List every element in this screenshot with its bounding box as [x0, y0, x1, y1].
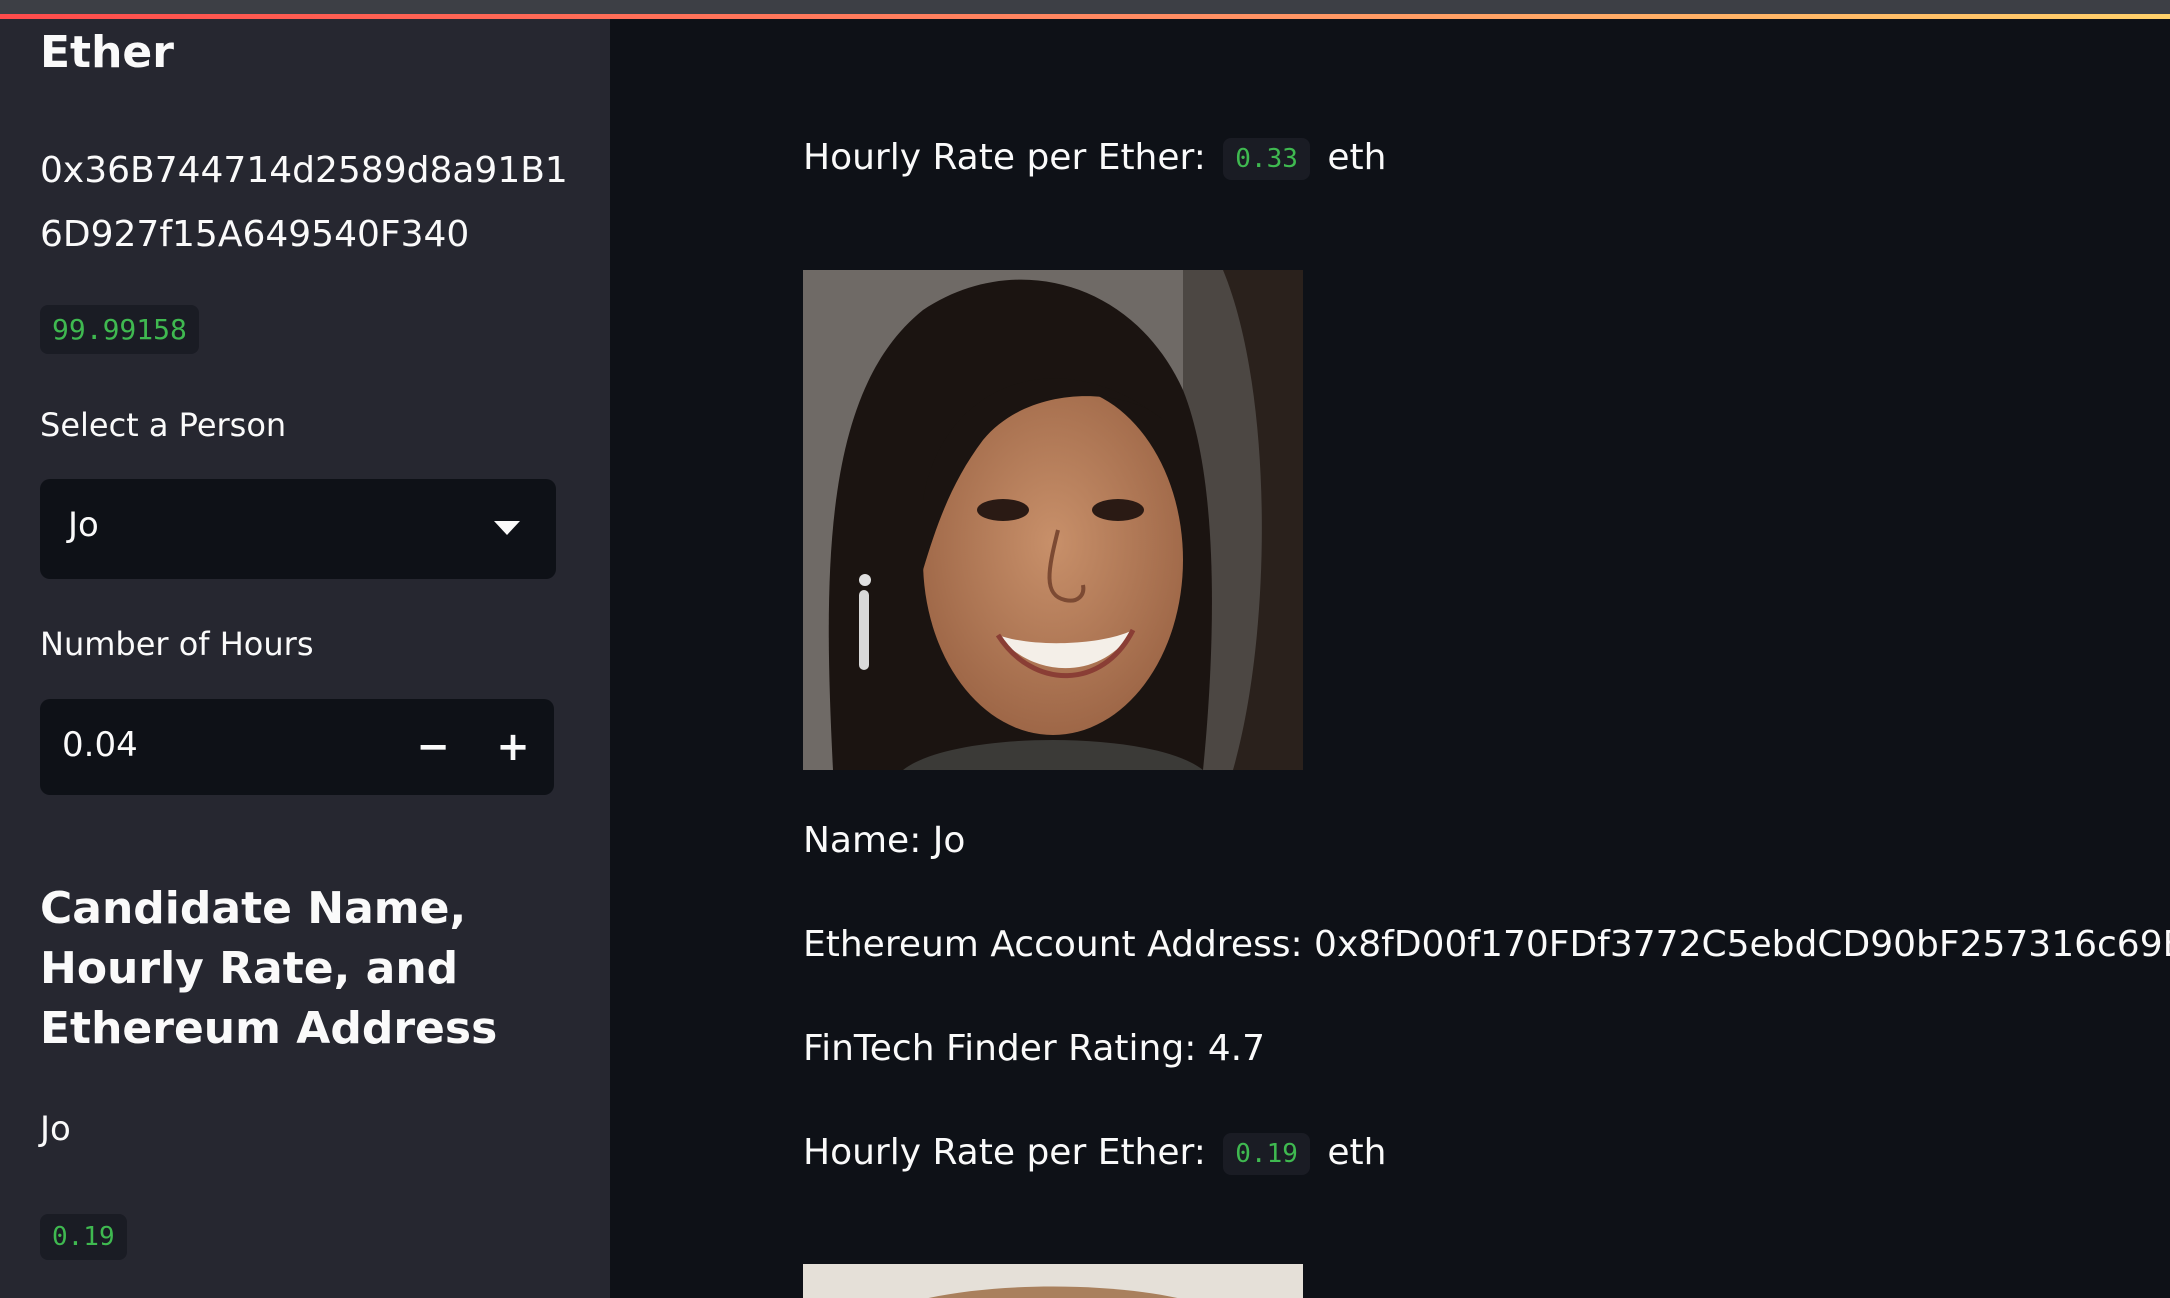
wallet-balance: 99.99158 — [40, 305, 199, 354]
minus-icon[interactable]: − — [394, 699, 472, 795]
sidebar: Ether 0x36B744714d2589d8a91B16D927f15A64… — [0, 19, 610, 1298]
candidate-section-heading: Candidate Name, Hourly Rate, and Ethereu… — [40, 883, 498, 1054]
candidate-name-line: Name: Jo — [803, 820, 966, 861]
hourly-rate-label: Hourly Rate per Ether: — [803, 1132, 1206, 1173]
app-header-bar — [0, 0, 2170, 14]
hourly-rate-value: 0.19 — [1223, 1133, 1310, 1175]
hourly-rate-value: 0.33 — [1223, 138, 1310, 180]
plus-icon[interactable]: + — [474, 699, 552, 795]
hourly-rate-unit: eth — [1327, 137, 1387, 178]
candidate-portrait — [803, 270, 1303, 770]
next-candidate-portrait — [803, 1264, 1303, 1298]
person-select-value: Jo — [68, 505, 99, 545]
select-person-label: Select a Person — [40, 406, 287, 444]
hours-input-value[interactable]: 0.04 — [62, 725, 138, 765]
candidate-name: Jo — [40, 1109, 71, 1149]
hours-label: Number of Hours — [40, 625, 314, 663]
candidate-rate: 0.19 — [40, 1214, 127, 1260]
hourly-rate-line-bottom: Hourly Rate per Ether: 0.19 eth — [803, 1132, 1386, 1175]
candidate-rating-line: FinTech Finder Rating: 4.7 — [803, 1028, 1266, 1069]
hours-number-input[interactable]: 0.04 − + — [40, 699, 554, 795]
person-select[interactable]: Jo — [40, 479, 556, 579]
hourly-rate-line-top: Hourly Rate per Ether: 0.33 eth — [803, 137, 1386, 180]
chevron-down-icon — [494, 521, 520, 535]
wallet-address: 0x36B744714d2589d8a91B16D927f15A649540F3… — [40, 150, 568, 255]
candidate-address-line: Ethereum Account Address: 0x8fD00f170FDf… — [803, 924, 2170, 965]
hourly-rate-unit: eth — [1327, 1132, 1387, 1173]
sidebar-heading: Ether — [40, 27, 174, 78]
main-content: Hourly Rate per Ether: 0.33 eth Name: Jo… — [610, 19, 2170, 1298]
hourly-rate-label: Hourly Rate per Ether: — [803, 137, 1206, 178]
